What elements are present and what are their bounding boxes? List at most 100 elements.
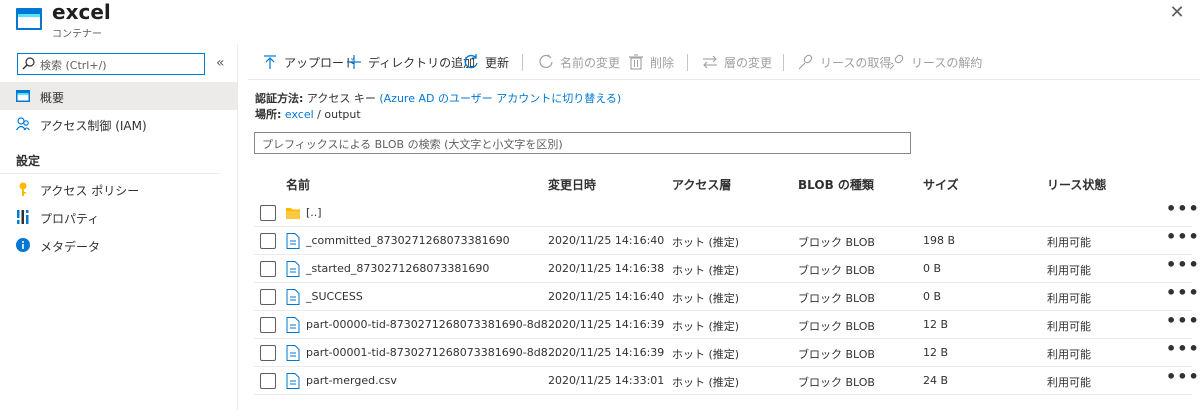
- toolbar-separator: [687, 54, 688, 71]
- table-row[interactable]: part-merged.csv 2020/11/25 14:33:01 ホット …: [254, 367, 1199, 395]
- switch-auth-link[interactable]: (Azure AD のユーザー アカウントに切り替える): [379, 92, 621, 105]
- toolbar-separator: [783, 54, 784, 71]
- delete-label: 削除: [650, 55, 675, 70]
- row-checkbox[interactable]: [260, 317, 276, 333]
- change-tier-button[interactable]: 層の変更: [702, 53, 772, 71]
- sidebar-item-access-policy[interactable]: アクセス ポリシー: [0, 175, 237, 203]
- location-container-link[interactable]: excel: [285, 108, 314, 121]
- blob-name[interactable]: _committed_8730271268073381690: [306, 234, 510, 247]
- table-row[interactable]: _started_8730271268073381690 2020/11/25 …: [254, 255, 1199, 283]
- row-checkbox[interactable]: [260, 373, 276, 389]
- rename-icon: [539, 54, 553, 69]
- column-header-tier[interactable]: アクセス層: [672, 176, 731, 193]
- file-icon: [286, 317, 300, 333]
- sidebar-item-label: アクセス ポリシー: [40, 184, 140, 198]
- blob-name[interactable]: _started_8730271268073381690: [306, 262, 489, 275]
- blob-search-placeholder: プレフィックスによる BLOB の検索 (大文字と小文字を区別): [262, 138, 563, 151]
- more-options-icon[interactable]: •••: [1166, 367, 1200, 386]
- sidebar-item-metadata[interactable]: メタデータ: [0, 231, 237, 259]
- table-row[interactable]: part-00001-tid-8730271268073381690-8d8..…: [254, 339, 1199, 367]
- more-options-icon[interactable]: •••: [1166, 339, 1200, 358]
- rename-button[interactable]: 名前の変更: [538, 53, 620, 71]
- delete-button[interactable]: 削除: [628, 53, 674, 71]
- sidebar-item-overview[interactable]: 概要: [0, 82, 237, 110]
- modified-date: 2020/11/25 14:16:40: [548, 234, 665, 247]
- sidebar-item-label: メタデータ: [40, 240, 101, 254]
- break-lease-label: リースの解約: [911, 55, 983, 70]
- modified-date: 2020/11/25 14:16:38: [548, 262, 665, 275]
- blob-size: 24 B: [923, 374, 949, 387]
- row-checkbox[interactable]: [260, 205, 276, 221]
- column-header-modified[interactable]: 変更日時: [548, 176, 596, 193]
- blob-type: ブロック BLOB: [798, 264, 875, 277]
- lease-state: 利用可能: [1047, 292, 1091, 305]
- row-checkbox[interactable]: [260, 233, 276, 249]
- column-header-name[interactable]: 名前: [286, 176, 310, 193]
- properties-icon: [16, 210, 30, 224]
- sidebar-search-input[interactable]: 検索 (Ctrl+/): [17, 53, 205, 75]
- refresh-button[interactable]: 更新: [463, 53, 509, 71]
- blob-size: 0 B: [923, 262, 942, 275]
- upload-button[interactable]: アップロード: [262, 53, 356, 71]
- sidebar-item-label: 概要: [40, 91, 65, 105]
- table-row[interactable]: [..] •••: [254, 199, 1199, 227]
- blob-name[interactable]: _SUCCESS: [306, 290, 363, 303]
- file-icon: [286, 261, 300, 277]
- table-row[interactable]: part-00000-tid-8730271268073381690-8d8..…: [254, 311, 1199, 339]
- link-icon: [798, 54, 813, 70]
- table-row[interactable]: _SUCCESS 2020/11/25 14:16:40 ホット (推定) ブロ…: [254, 283, 1199, 311]
- change-tier-label: 層の変更: [724, 55, 773, 70]
- folder-icon: [286, 208, 300, 219]
- blob-name[interactable]: [..]: [306, 206, 322, 219]
- row-checkbox[interactable]: [260, 261, 276, 277]
- lease-state: 利用可能: [1047, 236, 1091, 249]
- blob-type: ブロック BLOB: [798, 292, 875, 305]
- break-lease-button[interactable]: リースの解約: [889, 53, 982, 71]
- sidebar: 検索 (Ctrl+/) « 概要 アクセス制御 (IAM) 設定 アクセス ポリ…: [0, 44, 238, 410]
- blob-size: 198 B: [923, 234, 956, 247]
- location-label: 場所:: [255, 108, 282, 121]
- collapse-sidebar-button[interactable]: «: [216, 55, 225, 71]
- refresh-icon: [464, 54, 478, 69]
- column-header-size[interactable]: サイズ: [923, 176, 959, 193]
- auth-method-line: 認証方法: アクセス キー (Azure AD のユーザー アカウントに切り替え…: [255, 90, 621, 106]
- file-icon: [286, 373, 300, 389]
- page-title: excel: [52, 0, 111, 24]
- sidebar-item-access-control[interactable]: アクセス制御 (IAM): [0, 110, 237, 138]
- sidebar-item-label: アクセス制御 (IAM): [40, 119, 147, 133]
- file-icon: [286, 289, 300, 305]
- blob-prefix-search-input[interactable]: プレフィックスによる BLOB の検索 (大文字と小文字を区別): [254, 132, 911, 154]
- column-header-blob-type[interactable]: BLOB の種類: [798, 176, 874, 193]
- blob-type: ブロック BLOB: [798, 348, 875, 361]
- row-checkbox[interactable]: [260, 289, 276, 305]
- blob-type: ブロック BLOB: [798, 236, 875, 249]
- acquire-lease-button[interactable]: リースの取得: [798, 53, 891, 71]
- close-icon[interactable]: ✕: [1166, 2, 1188, 24]
- more-options-icon[interactable]: •••: [1166, 227, 1200, 246]
- modified-date: 2020/11/25 14:33:01: [548, 374, 665, 387]
- add-directory-button[interactable]: ディレクトリの追加: [346, 53, 475, 71]
- access-tier: ホット (推定): [672, 376, 740, 389]
- column-header-lease[interactable]: リース状態: [1047, 176, 1106, 193]
- lease-state: 利用可能: [1047, 320, 1091, 333]
- more-options-icon[interactable]: •••: [1166, 283, 1200, 302]
- sidebar-item-properties[interactable]: プロパティ: [0, 203, 237, 231]
- divider: [0, 173, 220, 174]
- lease-state: 利用可能: [1047, 376, 1091, 389]
- access-tier: ホット (推定): [672, 264, 740, 277]
- row-checkbox[interactable]: [260, 345, 276, 361]
- auth-method-label: 認証方法:: [255, 92, 304, 105]
- blob-name[interactable]: part-00001-tid-8730271268073381690-8d8..…: [306, 346, 558, 359]
- breadcrumb-separator: /: [317, 108, 321, 121]
- sidebar-search-placeholder: 検索 (Ctrl+/): [40, 59, 107, 72]
- more-options-icon[interactable]: •••: [1166, 199, 1200, 218]
- access-tier: ホット (推定): [672, 292, 740, 305]
- modified-date: 2020/11/25 14:16:40: [548, 290, 665, 303]
- more-options-icon[interactable]: •••: [1166, 255, 1200, 274]
- auth-method-value: アクセス キー: [306, 92, 376, 105]
- more-options-icon[interactable]: •••: [1166, 311, 1200, 330]
- modified-date: 2020/11/25 14:16:39: [548, 346, 665, 359]
- blob-name[interactable]: part-00000-tid-8730271268073381690-8d8..…: [306, 318, 558, 331]
- blob-name[interactable]: part-merged.csv: [306, 374, 397, 387]
- table-row[interactable]: _committed_8730271268073381690 2020/11/2…: [254, 227, 1199, 255]
